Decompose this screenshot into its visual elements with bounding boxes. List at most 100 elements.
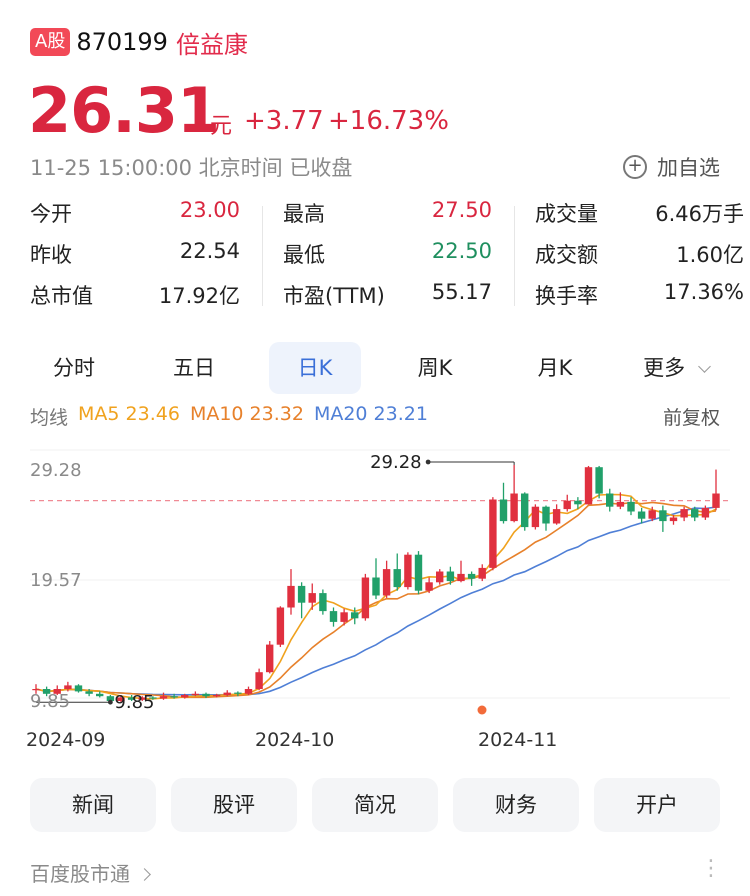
stat-label-turnover-rate: 换手率 (535, 284, 598, 308)
candle-body (669, 517, 678, 522)
candle-body (234, 692, 242, 694)
candle-body (425, 582, 433, 591)
stat-value-prev-close: 22.54 (179, 239, 240, 263)
candle-body (542, 506, 550, 524)
stat-value-turnover-rate: 17.36% (663, 280, 744, 304)
price-change: +3.77 (244, 106, 324, 136)
candle-body (563, 500, 571, 510)
candle-body (96, 693, 104, 697)
price-unit: 元 (210, 114, 233, 139)
tab-daily-k[interactable]: 日K (269, 342, 361, 394)
candle-body (701, 507, 710, 518)
candle-body (552, 509, 561, 524)
stat-value-open: 23.00 (179, 198, 240, 222)
candle-body (181, 695, 189, 698)
chevron-down-icon (697, 360, 711, 373)
candle-body (255, 672, 263, 689)
stat-label-high: 最高 (283, 202, 325, 226)
candle-body (499, 499, 508, 522)
candle-body (521, 493, 529, 528)
tab-more[interactable]: 更多 (628, 342, 724, 394)
financials-button[interactable]: 财务 (453, 778, 579, 832)
tab-weekly-k[interactable]: 周K (389, 342, 481, 394)
stats-divider (514, 206, 515, 306)
event-marker[interactable] (477, 705, 487, 715)
stock-header: A股 870199 倍益康 (30, 24, 248, 60)
open-account-button[interactable]: 开户 (594, 778, 720, 832)
candle-body (489, 499, 497, 568)
y-tick-label-bottom: 9.85 (30, 691, 70, 712)
stat-value-high: 27.50 (431, 198, 492, 222)
candle-body (616, 501, 625, 507)
candle-body (680, 509, 688, 518)
market-badge: A股 (30, 28, 71, 56)
candle-body (467, 573, 476, 579)
candle-body (170, 696, 178, 698)
candle-body (244, 689, 253, 694)
current-price: 26.31 (28, 74, 220, 147)
news-button[interactable]: 新闻 (30, 778, 156, 832)
source-link-label: 百度股市通 (30, 862, 130, 886)
more-vertical-icon[interactable]: ⋮ (700, 856, 722, 881)
ma10-value: MA10 23.32 (189, 403, 304, 425)
stock-code: 870199 (76, 28, 168, 56)
candle-body (457, 573, 465, 582)
stock-name: 倍益康 (175, 30, 248, 59)
candlestick-chart[interactable]: 29.28 19.57 9.85 29.28 9.85 2024-09 2024… (0, 440, 750, 760)
adjust-mode-button[interactable]: 前复权 (663, 403, 720, 430)
candle-body (85, 691, 93, 694)
candle-body (308, 593, 316, 603)
candle-body (637, 511, 646, 519)
tab-more-label: 更多 (643, 356, 686, 380)
candle-body (329, 611, 338, 622)
price-change-percent: +16.73% (328, 106, 449, 136)
stat-label-open: 今开 (30, 202, 72, 226)
stat-label-market-cap: 总市值 (30, 284, 93, 308)
period-tabs: 分时 五日 日K 周K 月K 更多 (0, 342, 750, 394)
candle-body (659, 510, 667, 522)
candle-body (372, 577, 380, 596)
stat-label-prev-close: 昨收 (30, 243, 72, 267)
tab-five-day[interactable]: 五日 (148, 342, 240, 394)
y-tick-label-mid: 19.57 (30, 570, 82, 591)
source-link[interactable]: 百度股市通 (30, 858, 152, 887)
candle-body (351, 612, 359, 619)
candle-body (436, 571, 444, 583)
candle-body (510, 493, 518, 522)
candle-body (627, 501, 635, 512)
candle-body (712, 493, 720, 508)
stat-value-turnover: 1.60亿 (676, 243, 744, 267)
ma-legend-title: 均线 (30, 407, 69, 429)
candle-body (531, 506, 540, 528)
tab-monthly-k[interactable]: 月K (509, 342, 601, 394)
candle-body (276, 607, 285, 645)
candle-body (297, 585, 306, 603)
profile-button[interactable]: 简况 (312, 778, 438, 832)
candle-body (691, 509, 699, 518)
high-annotation-dot (425, 459, 431, 465)
stock-review-button[interactable]: 股评 (171, 778, 297, 832)
candle-body (595, 467, 603, 494)
stat-value-pe: 55.17 (431, 280, 492, 304)
candle-body (584, 467, 593, 505)
x-tick-label-sep: 2024-09 (26, 729, 105, 751)
candle-body (446, 571, 455, 582)
add-watchlist-button[interactable]: + 加自选 (623, 152, 720, 182)
candle-body (191, 693, 200, 695)
candle-body (202, 693, 210, 697)
plus-circle-icon: + (623, 155, 647, 179)
candle-body (404, 554, 412, 588)
low-annotation-dot (107, 699, 113, 705)
stats-divider (262, 206, 263, 306)
candle-body (212, 695, 221, 697)
candle-body (382, 569, 391, 596)
candle-body (64, 685, 72, 689)
candle-body (319, 593, 327, 612)
candle-body (74, 685, 83, 692)
candle-body (287, 585, 295, 608)
candle-body (223, 692, 231, 695)
tab-intraday[interactable]: 分时 (28, 342, 120, 394)
quote-timestamp: 11-25 15:00:00 北京时间 已收盘 (30, 156, 353, 180)
stat-label-volume: 成交量 (535, 202, 598, 226)
candle-body (648, 510, 656, 519)
